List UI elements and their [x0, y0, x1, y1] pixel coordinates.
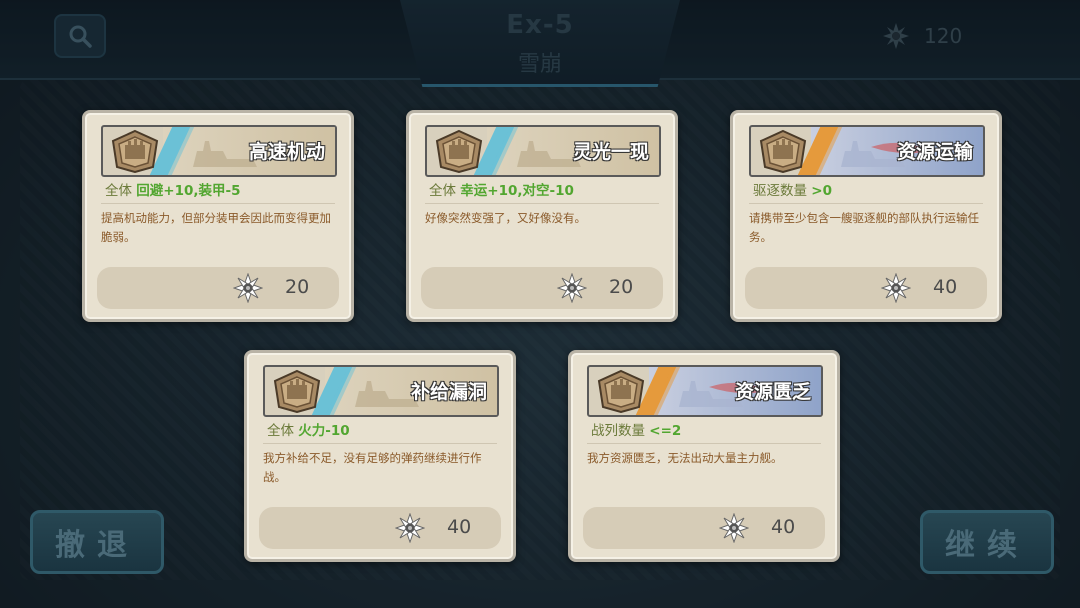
medal-icon — [757, 129, 809, 174]
gear-flower-icon — [880, 272, 912, 304]
card-divider — [101, 203, 335, 204]
effect-prefix: 全体 — [105, 183, 137, 199]
card-title: 资源运输 — [896, 141, 973, 163]
medal-icon — [109, 129, 161, 174]
card-divider — [587, 443, 821, 444]
card-effect: 全体 火力-10 — [267, 419, 350, 439]
cost-value: 20 — [285, 276, 310, 298]
card-title: 灵光一现 — [572, 141, 649, 163]
card-description: 好像突然变强了，又好像没有。 — [425, 211, 586, 225]
card-banner: 灵光一现 — [425, 125, 661, 177]
card-description: 请携带至少包含一艘驱逐舰的部队执行运输任务。 — [749, 211, 979, 244]
card-divider — [425, 203, 659, 204]
medal-icon — [433, 129, 485, 174]
card-effect: 全体 幸运+10,对空-10 — [429, 179, 574, 199]
strategy-card[interactable]: 灵光一现 全体 幸运+10,对空-10 好像突然变强了，又好像没有。 20 — [406, 110, 678, 322]
card-cost: 40 — [259, 507, 501, 549]
gear-flower-icon — [232, 272, 264, 304]
cost-value: 20 — [609, 276, 634, 298]
card-banner: 高速机动 — [101, 125, 337, 177]
continue-button[interactable]: 继续 — [920, 510, 1054, 574]
card-description: 提高机动能力，但部分装甲会因此而变得更加脆弱。 — [101, 211, 331, 244]
cost-value: 40 — [447, 516, 472, 538]
card-cost: 40 — [745, 267, 987, 309]
effect-value: 火力-10 — [298, 423, 350, 439]
medal-icon — [271, 369, 323, 414]
effect-prefix: 全体 — [429, 183, 461, 199]
strategy-card[interactable]: 高速机动 全体 回避+10,装甲-5 提高机动能力，但部分装甲会因此而变得更加脆… — [82, 110, 354, 322]
card-cost: 40 — [583, 507, 825, 549]
effect-value: <=2 — [649, 423, 682, 439]
medal-icon — [595, 369, 647, 414]
gear-flower-icon — [394, 512, 426, 544]
gear-flower-icon — [718, 512, 750, 544]
effect-value: 幸运+10,对空-10 — [460, 183, 574, 199]
card-description: 我方补给不足，没有足够的弹药继续进行作战。 — [263, 451, 482, 484]
card-effect: 战列数量 <=2 — [591, 419, 681, 439]
card-cost: 20 — [97, 267, 339, 309]
card-cost: 20 — [421, 267, 663, 309]
strategy-card[interactable]: 补给漏洞 全体 火力-10 我方补给不足，没有足够的弹药继续进行作战。 40 — [244, 350, 516, 562]
card-banner: 补给漏洞 — [263, 365, 499, 417]
card-title: 高速机动 — [248, 141, 325, 163]
strategy-card[interactable]: 资源运输 驱逐数量 >0 请携带至少包含一艘驱逐舰的部队执行运输任务。 40 — [730, 110, 1002, 322]
strategy-card[interactable]: 资源匮乏 战列数量 <=2 我方资源匮乏，无法出动大量主力舰。 40 — [568, 350, 840, 562]
card-banner: 资源匮乏 — [587, 365, 823, 417]
cost-value: 40 — [933, 276, 958, 298]
card-title: 资源匮乏 — [734, 381, 811, 403]
effect-prefix: 驱逐数量 — [753, 183, 812, 199]
card-divider — [749, 203, 983, 204]
card-effect: 驱逐数量 >0 — [753, 179, 832, 199]
card-effect: 全体 回避+10,装甲-5 — [105, 179, 241, 199]
card-banner: 资源运输 — [749, 125, 985, 177]
cost-value: 40 — [771, 516, 796, 538]
effect-prefix: 战列数量 — [591, 423, 650, 439]
effect-value: >0 — [811, 183, 833, 199]
effect-value: 回避+10,装甲-5 — [136, 183, 241, 199]
card-divider — [263, 443, 497, 444]
card-title: 补给漏洞 — [410, 381, 487, 403]
card-description: 我方资源匮乏，无法出动大量主力舰。 — [587, 451, 783, 465]
gear-flower-icon — [556, 272, 588, 304]
effect-prefix: 全体 — [267, 423, 299, 439]
retreat-button[interactable]: 撤退 — [30, 510, 164, 574]
